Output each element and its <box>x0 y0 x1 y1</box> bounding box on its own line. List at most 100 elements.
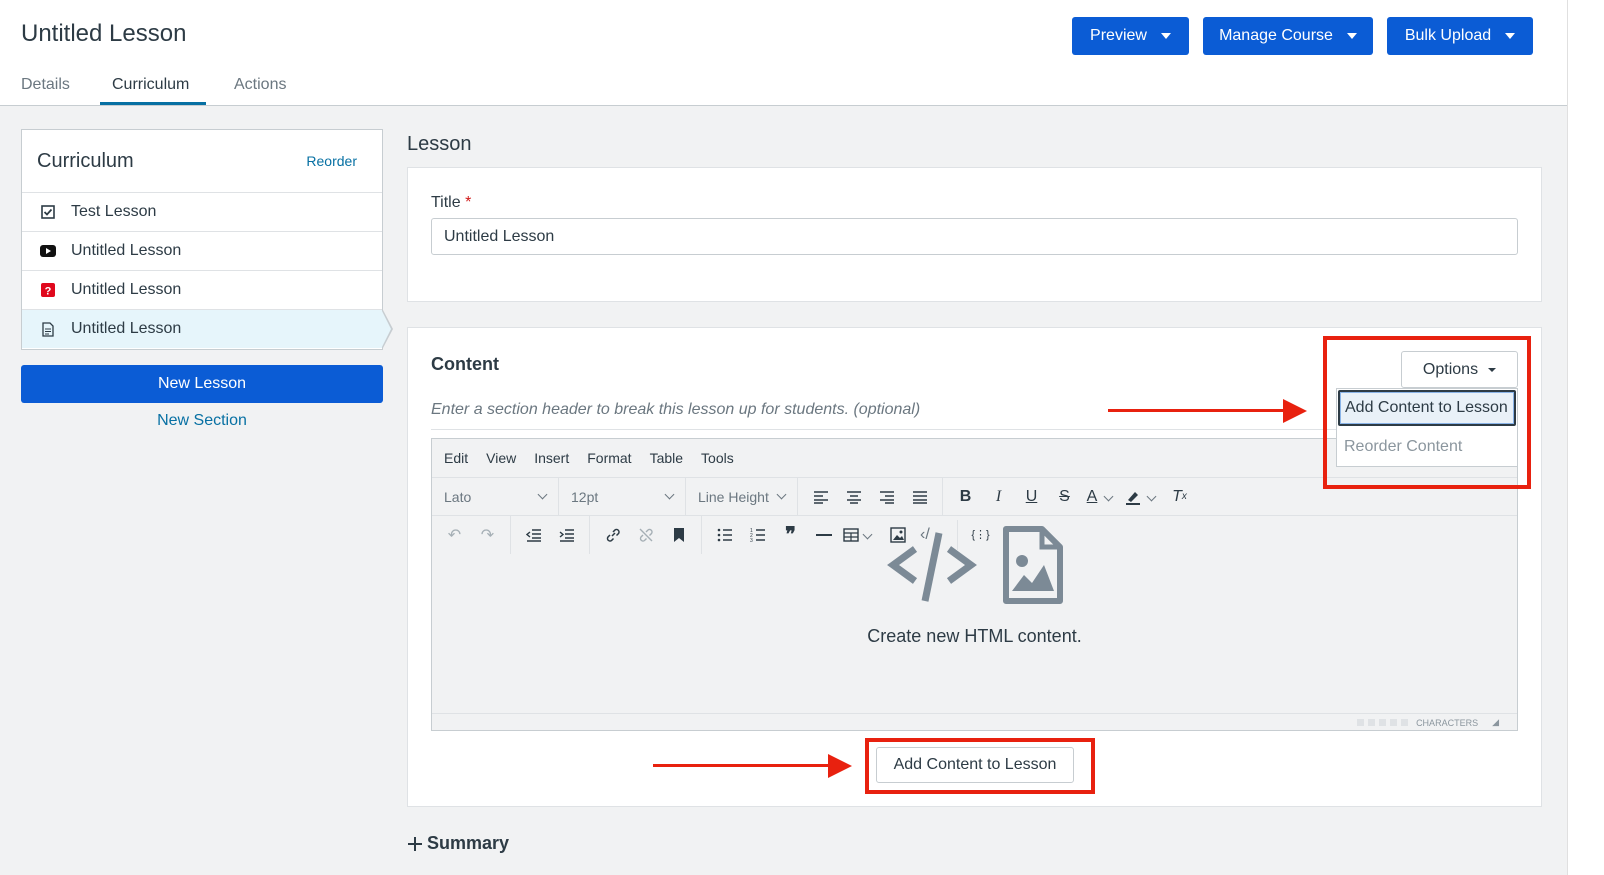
file-image-icon <box>1003 526 1063 604</box>
bold-icon[interactable]: B <box>949 482 982 512</box>
font-size-select[interactable]: 12pt <box>559 477 686 516</box>
menu-edit[interactable]: Edit <box>444 450 468 466</box>
sidebar-item-label: Untitled Lesson <box>71 281 182 298</box>
sidebar-item-test-lesson[interactable]: Test Lesson <box>22 192 382 231</box>
undo-icon[interactable]: ↶ <box>438 520 471 550</box>
text-style-group: B I U S A Tx <box>943 478 1202 516</box>
line-height-select[interactable]: Line Height <box>686 477 798 516</box>
indent-icon[interactable] <box>550 520 583 550</box>
unlink-icon[interactable] <box>629 520 662 550</box>
word-count-indicator <box>1401 719 1409 726</box>
sidebar-item-untitled-quiz[interactable]: ? Untitled Lesson <box>22 270 382 309</box>
sidebar-item-label: Untitled Lesson <box>71 242 182 259</box>
text-color-icon[interactable]: A <box>1081 482 1103 512</box>
align-center-icon[interactable] <box>837 482 870 512</box>
svg-text:3: 3 <box>750 538 753 542</box>
menu-insert[interactable]: Insert <box>534 450 569 466</box>
annotation-highlight-box <box>1323 336 1531 489</box>
font-family-select[interactable]: Lato <box>432 477 559 516</box>
summary-toggle[interactable]: Summary <box>407 833 509 854</box>
checkbox-icon <box>40 204 56 220</box>
clear-formatting-icon[interactable]: Tx <box>1163 482 1196 512</box>
font-family-value: Lato <box>444 488 472 505</box>
header-divider <box>0 105 1567 106</box>
highlight-color-icon[interactable] <box>1120 482 1146 512</box>
table-icon[interactable] <box>840 520 862 550</box>
quiz-icon: ? <box>40 282 56 298</box>
align-right-icon[interactable] <box>870 482 903 512</box>
bookmark-icon[interactable] <box>662 520 695 550</box>
chevron-down-icon[interactable] <box>1146 491 1157 502</box>
title-input[interactable]: Untitled Lesson <box>431 218 1518 255</box>
caret-down-icon <box>1160 33 1171 39</box>
title-label-text: Title <box>431 194 461 211</box>
annotation-arrow-line <box>653 764 829 767</box>
indent-group <box>511 515 590 554</box>
sidebar-item-untitled-video[interactable]: Untitled Lesson <box>22 231 382 270</box>
history-group: ↶ ↷ <box>432 515 511 554</box>
word-count-indicator <box>1368 719 1376 726</box>
sidebar-title: Curriculum <box>37 150 134 172</box>
caret-down-icon <box>1505 33 1516 39</box>
menu-format[interactable]: Format <box>587 450 631 466</box>
required-marker: * <box>465 194 472 211</box>
link-icon[interactable] <box>596 520 629 550</box>
summary-label: Summary <box>427 833 510 853</box>
chevron-down-icon[interactable] <box>862 529 873 540</box>
tab-details[interactable]: Details <box>21 76 70 94</box>
align-justify-icon[interactable] <box>903 482 936 512</box>
active-item-pointer-fill <box>382 311 391 347</box>
chevron-down-icon <box>537 489 548 500</box>
new-lesson-button[interactable]: New Lesson <box>21 365 383 403</box>
redo-icon[interactable]: ↷ <box>471 520 504 550</box>
strikethrough-icon[interactable]: S <box>1048 482 1081 512</box>
italic-icon[interactable]: I <box>982 482 1015 512</box>
editor-placeholder: Create new HTML content. <box>867 626 1082 646</box>
menu-tools[interactable]: Tools <box>701 450 734 466</box>
word-count-indicator <box>1390 719 1398 726</box>
bulk-upload-button-label: Bulk Upload <box>1404 27 1492 44</box>
menu-view[interactable]: View <box>486 450 516 466</box>
line-height-value: Line Height <box>698 488 769 505</box>
new-section-link[interactable]: New Section <box>21 412 383 430</box>
bullet-list-icon[interactable] <box>708 520 741 550</box>
alignment-group <box>798 477 943 516</box>
font-size-value: 12pt <box>571 488 599 505</box>
editor-statusbar: CHARACTERS ◢ <box>432 713 1517 731</box>
reorder-link[interactable]: Reorder <box>306 153 357 169</box>
annotation-arrow-icon <box>1283 399 1307 423</box>
document-icon <box>40 321 56 337</box>
chevron-down-icon <box>776 489 787 500</box>
link-group <box>590 515 702 554</box>
align-left-icon[interactable] <box>804 482 837 512</box>
bulk-upload-button[interactable]: Bulk Upload <box>1387 17 1533 55</box>
plus-icon <box>408 836 422 851</box>
lesson-heading: Lesson <box>407 133 472 155</box>
horizontal-rule-icon[interactable] <box>807 520 840 550</box>
svg-text:?: ? <box>45 286 52 298</box>
code-brackets-icon <box>887 532 977 602</box>
tab-actions[interactable]: Actions <box>234 76 286 94</box>
preview-button[interactable]: Preview <box>1072 17 1189 55</box>
annotation-highlight-box <box>865 738 1095 794</box>
page-scrollbar[interactable] <box>1567 0 1604 875</box>
tab-curriculum[interactable]: Curriculum <box>112 76 189 94</box>
page-title: Untitled Lesson <box>21 20 187 47</box>
underline-icon[interactable]: U <box>1015 482 1048 512</box>
content-label: Content <box>431 354 499 374</box>
numbered-list-icon[interactable]: 123 <box>741 520 774 550</box>
outdent-icon[interactable] <box>517 520 550 550</box>
caret-down-icon <box>1346 33 1357 39</box>
chevron-down-icon[interactable] <box>1103 491 1114 502</box>
title-label: Title * <box>431 194 471 212</box>
sidebar-item-untitled-document[interactable]: Untitled Lesson <box>22 309 382 348</box>
curriculum-sidebar: Curriculum Reorder Test Lesson Untitled … <box>21 129 383 350</box>
blockquote-icon[interactable]: ❞ <box>774 520 807 550</box>
word-count-indicator <box>1357 719 1365 726</box>
sidebar-item-label: Test Lesson <box>71 203 157 220</box>
menu-table[interactable]: Table <box>650 450 683 466</box>
resize-handle-icon[interactable]: ◢ <box>1492 717 1499 728</box>
manage-course-button[interactable]: Manage Course <box>1203 17 1373 55</box>
video-icon <box>40 243 56 259</box>
section-header-input[interactable]: Enter a section header to break this les… <box>431 401 920 419</box>
